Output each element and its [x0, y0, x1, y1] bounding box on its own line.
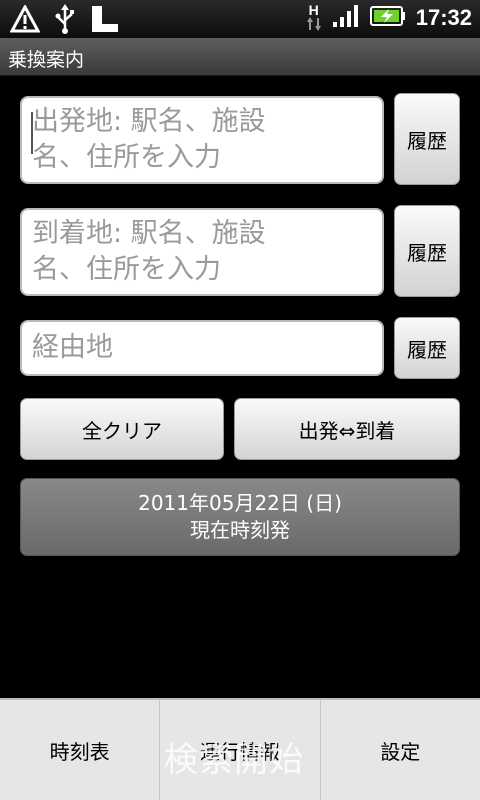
menu-item-service-info[interactable]: 運行情報	[160, 700, 321, 800]
to-station-placeholder: 到着地: 駅名、施設 名、住所を入力	[32, 218, 266, 285]
menu-item-timetable[interactable]: 時刻表	[0, 700, 161, 800]
clock: 17:32	[415, 5, 472, 30]
menu-item-settings[interactable]: 設定	[321, 700, 480, 800]
from-station-input[interactable]: 出発地: 駅名、施設 名、住所を入力	[20, 96, 384, 184]
title-bar: 乗換案内	[0, 38, 480, 76]
usb-icon	[54, 4, 76, 38]
datetime-button[interactable]: 2011年05月22日 (日) 現在時刻発	[20, 478, 460, 556]
warning-icon	[9, 3, 41, 37]
clear-all-button[interactable]: 全クリア	[20, 398, 224, 460]
network-type-label: H	[308, 2, 319, 18]
to-history-button[interactable]: 履歴	[394, 205, 460, 297]
sd-card-icon	[90, 4, 120, 38]
text-cursor	[31, 112, 33, 154]
to-station-input[interactable]: 到着地: 駅名、施設 名、住所を入力	[20, 208, 384, 296]
from-station-placeholder: 出発地: 駅名、施設 名、住所を入力	[32, 106, 266, 173]
from-history-button[interactable]: 履歴	[394, 93, 460, 185]
options-menu: 時刻表 運行情報 設定	[0, 698, 480, 800]
via-station-placeholder: 経由地	[32, 332, 113, 363]
signal-icon	[332, 4, 360, 32]
data-arrows-icon: H	[306, 2, 322, 32]
battery-charging-icon	[369, 5, 406, 31]
via-history-button[interactable]: 履歴	[394, 317, 460, 379]
via-station-input[interactable]: 経由地	[20, 320, 384, 376]
status-bar: H 17:32	[0, 0, 480, 38]
time-mode-label: 現在時刻発	[190, 518, 290, 542]
swap-stations-button[interactable]: 出発⇔到着	[234, 398, 460, 460]
page-title: 乗換案内	[8, 49, 85, 71]
date-label: 2011年05月22日 (日)	[138, 491, 342, 515]
